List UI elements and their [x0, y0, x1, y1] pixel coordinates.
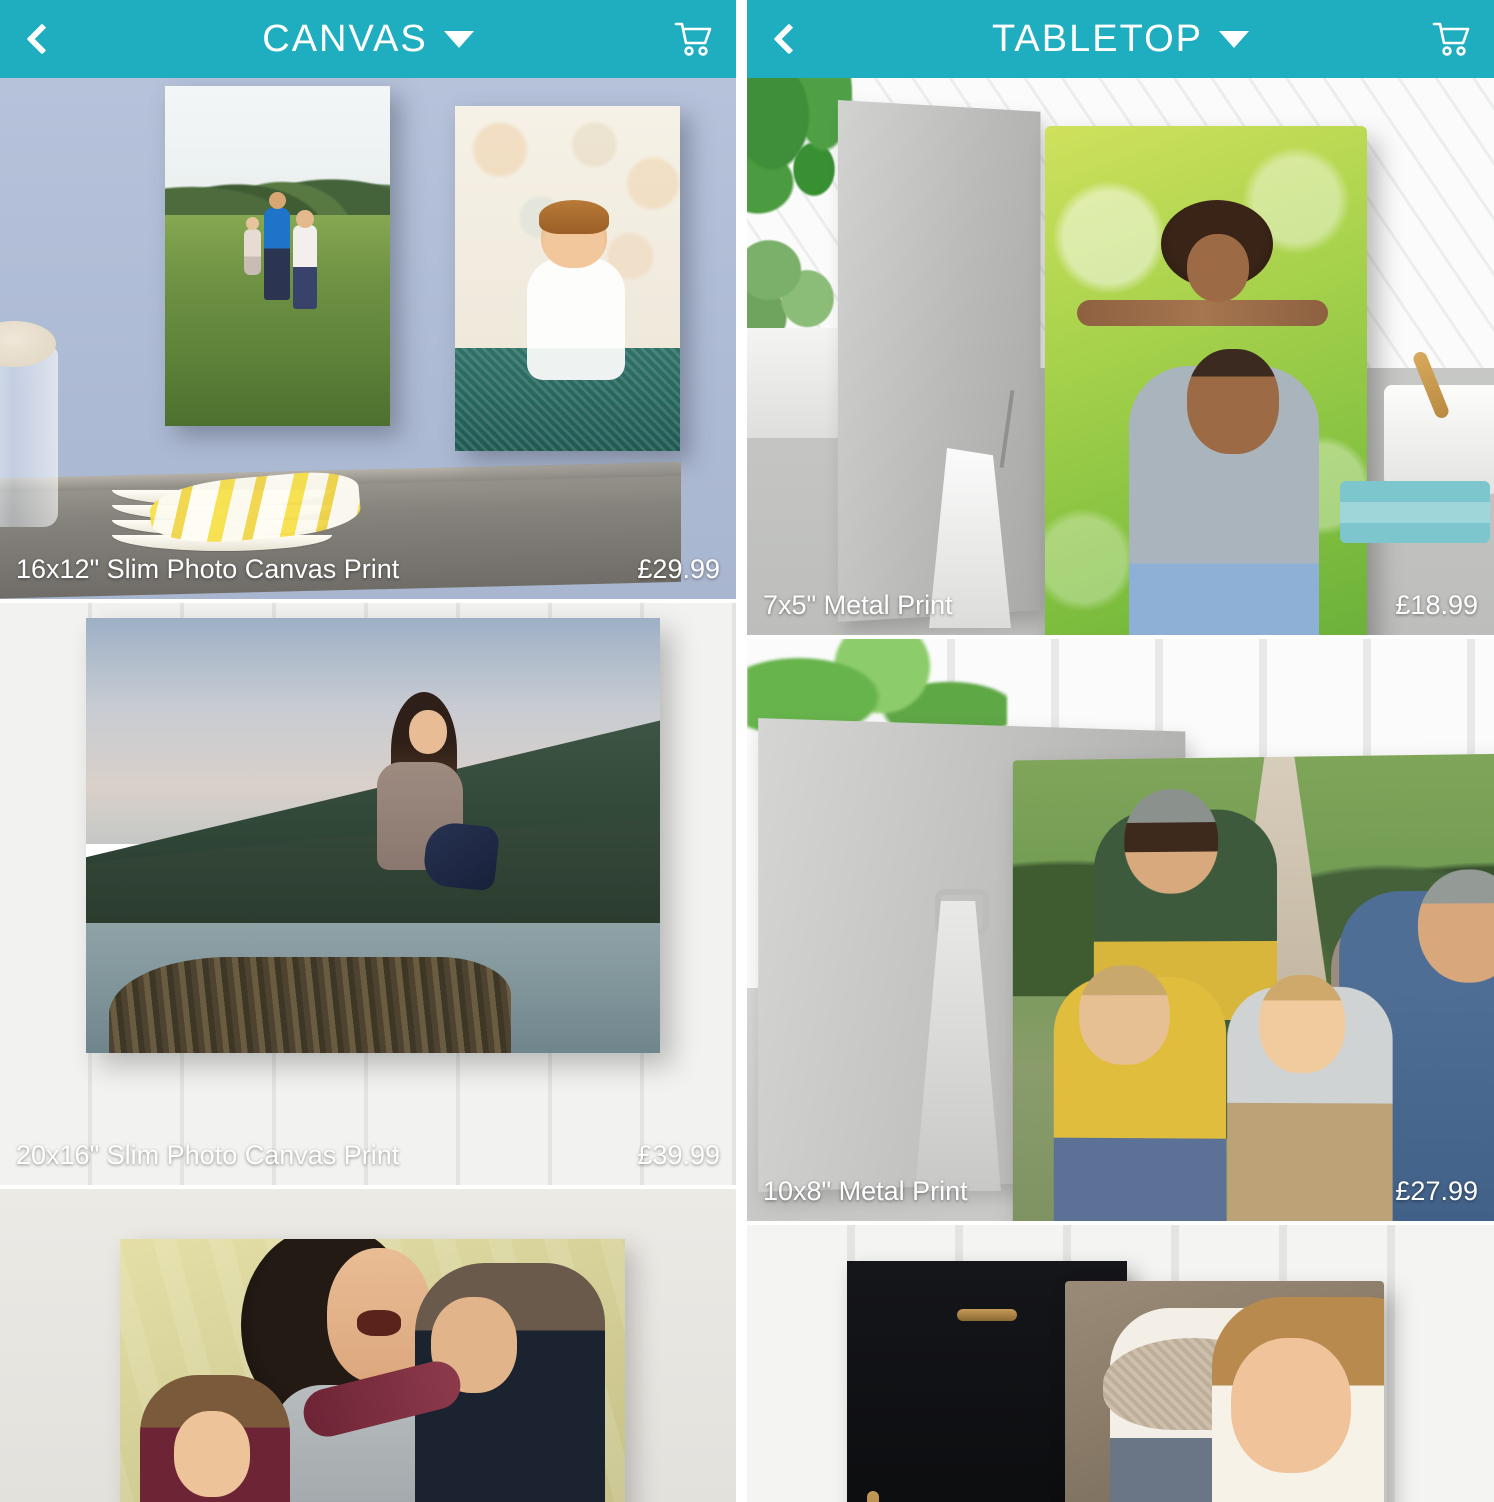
product-image-metal-10x8	[747, 639, 1494, 1221]
product-tile-canvas-20x16[interactable]: 20x16" Slim Photo Canvas Print £39.99	[0, 599, 736, 1185]
folded-towels-prop	[1340, 481, 1490, 543]
cart-button[interactable]	[652, 0, 736, 78]
column-gutter	[736, 0, 747, 1502]
tabletop-screen: TABLETOP 7x5" Metal Print £18.99 10x8" M…	[747, 0, 1494, 1502]
product-price: £27.99	[1395, 1175, 1478, 1206]
canvas-print-baby	[455, 106, 680, 451]
product-image-metal-7x5	[747, 78, 1494, 635]
page-title[interactable]: TABLETOP	[992, 20, 1203, 58]
shopping-cart-icon	[674, 22, 712, 56]
product-image-canvas-partial	[0, 1189, 736, 1502]
caret-down-icon[interactable]	[1219, 30, 1249, 48]
cart-button[interactable]	[1410, 0, 1494, 78]
product-tile-metal-7x5[interactable]: 7x5" Metal Print £18.99	[747, 78, 1494, 635]
canvas-app-bar: CANVAS	[0, 0, 736, 78]
product-tile-metal-10x8[interactable]: 10x8" Metal Print £27.99	[747, 635, 1494, 1221]
product-label: 16x12" Slim Photo Canvas Print £29.99	[0, 539, 736, 599]
canvas-product-list: 16x12" Slim Photo Canvas Print £29.99 20…	[0, 78, 736, 1502]
back-button[interactable]	[747, 0, 825, 78]
product-name: 10x8" Metal Print	[763, 1175, 968, 1206]
glass-vase-prop	[0, 321, 58, 527]
product-image-canvas-16x12	[0, 78, 736, 599]
product-price: £39.99	[637, 1139, 720, 1170]
product-image-metal-partial	[747, 1225, 1494, 1502]
caret-down-icon[interactable]	[443, 30, 474, 48]
product-name: 16x12" Slim Photo Canvas Print	[16, 553, 400, 584]
tabletop-app-bar: TABLETOP	[747, 0, 1494, 78]
page-title[interactable]: CANVAS	[262, 20, 427, 58]
metal-print-father-daughter	[1045, 126, 1367, 635]
product-tile-metal-partial[interactable]	[747, 1221, 1494, 1502]
shopping-cart-icon	[1432, 22, 1470, 56]
dual-screen-container: CANVAS 16x12" Slim Photo Canvas Print £2…	[0, 0, 1494, 1502]
product-image-canvas-20x16	[0, 603, 736, 1185]
product-tile-canvas-16x12[interactable]: 16x12" Slim Photo Canvas Print £29.99	[0, 78, 736, 599]
chevron-left-icon	[773, 23, 805, 55]
metal-print-children	[1065, 1281, 1384, 1502]
product-label: 7x5" Metal Print £18.99	[747, 575, 1494, 635]
canvas-screen: CANVAS 16x12" Slim Photo Canvas Print £2…	[0, 0, 736, 1502]
canvas-print-mother-kids	[120, 1239, 625, 1502]
tabletop-title-group: TABLETOP	[747, 0, 1494, 78]
product-name: 7x5" Metal Print	[763, 589, 953, 620]
canvas-title-group: CANVAS	[0, 0, 736, 78]
product-label: 20x16" Slim Photo Canvas Print £39.99	[0, 1125, 736, 1185]
product-price: £18.99	[1395, 589, 1478, 620]
canvas-print-family	[165, 86, 390, 426]
canvas-print-lake	[86, 618, 660, 1053]
chevron-left-icon	[26, 23, 58, 55]
product-tile-canvas-partial[interactable]	[0, 1185, 736, 1502]
product-label: 10x8" Metal Print £27.99	[747, 1161, 1494, 1221]
tabletop-product-list: 7x5" Metal Print £18.99 10x8" Metal Prin…	[747, 78, 1494, 1502]
metal-print-family	[1012, 753, 1494, 1221]
back-button[interactable]	[0, 0, 78, 78]
product-price: £29.99	[637, 553, 720, 584]
product-name: 20x16" Slim Photo Canvas Print	[16, 1139, 400, 1170]
